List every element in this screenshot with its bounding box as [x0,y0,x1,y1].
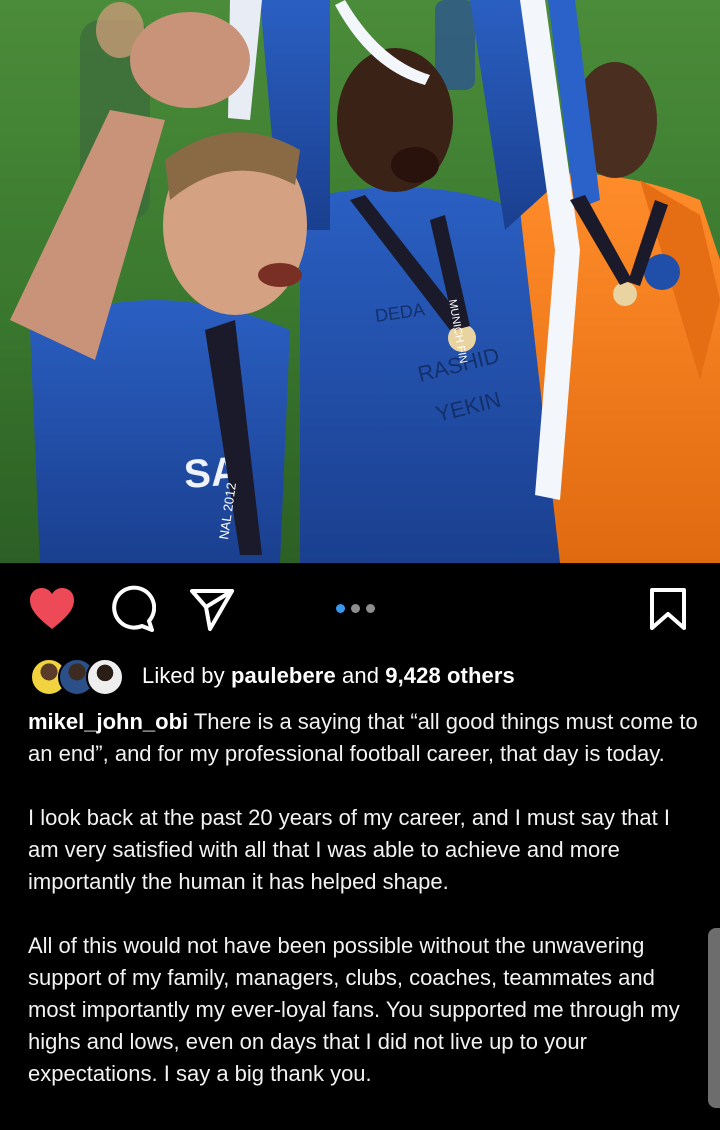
likes-prefix: Liked by [142,663,231,688]
likes-count-link[interactable]: 9,428 others [385,663,515,688]
caption-paragraph: I look back at the past 20 years of my c… [28,805,670,894]
liker-avatars[interactable] [30,656,126,696]
comment-icon [112,585,156,632]
avatar [86,658,124,696]
carousel-indicator [336,604,375,613]
liker-username-link[interactable]: paulebere [231,663,336,688]
carousel-dot [366,604,375,613]
caption-username-link[interactable]: mikel_john_obi [28,709,188,734]
bookmark-icon [650,588,686,630]
caption-paragraph: mikel_john_obi There is a saying that “a… [28,706,698,770]
likes-middle: and [335,663,386,688]
photo-illustration: DEDA RASHID YEKIN SA NAL 2012 MUNICH FIN [0,0,720,563]
comment-button[interactable] [108,585,156,633]
caption-paragraph: All of this would not have been possible… [28,933,680,1086]
like-button[interactable] [28,585,76,633]
heart-filled-icon [30,588,74,629]
save-button[interactable] [644,585,692,633]
carousel-dot [336,604,345,613]
share-button[interactable] [188,585,236,633]
post-caption: mikel_john_obi There is a saying that “a… [28,706,698,1090]
likes-summary: Liked by paulebere and 9,428 others [142,663,515,689]
post-action-bar [0,563,720,651]
paper-plane-icon [190,589,234,631]
carousel-dot [351,604,360,613]
post-photo[interactable]: DEDA RASHID YEKIN SA NAL 2012 MUNICH FIN [0,0,720,563]
scrollbar-handle[interactable] [708,928,720,1108]
likes-row: Liked by paulebere and 9,428 others [30,656,515,696]
